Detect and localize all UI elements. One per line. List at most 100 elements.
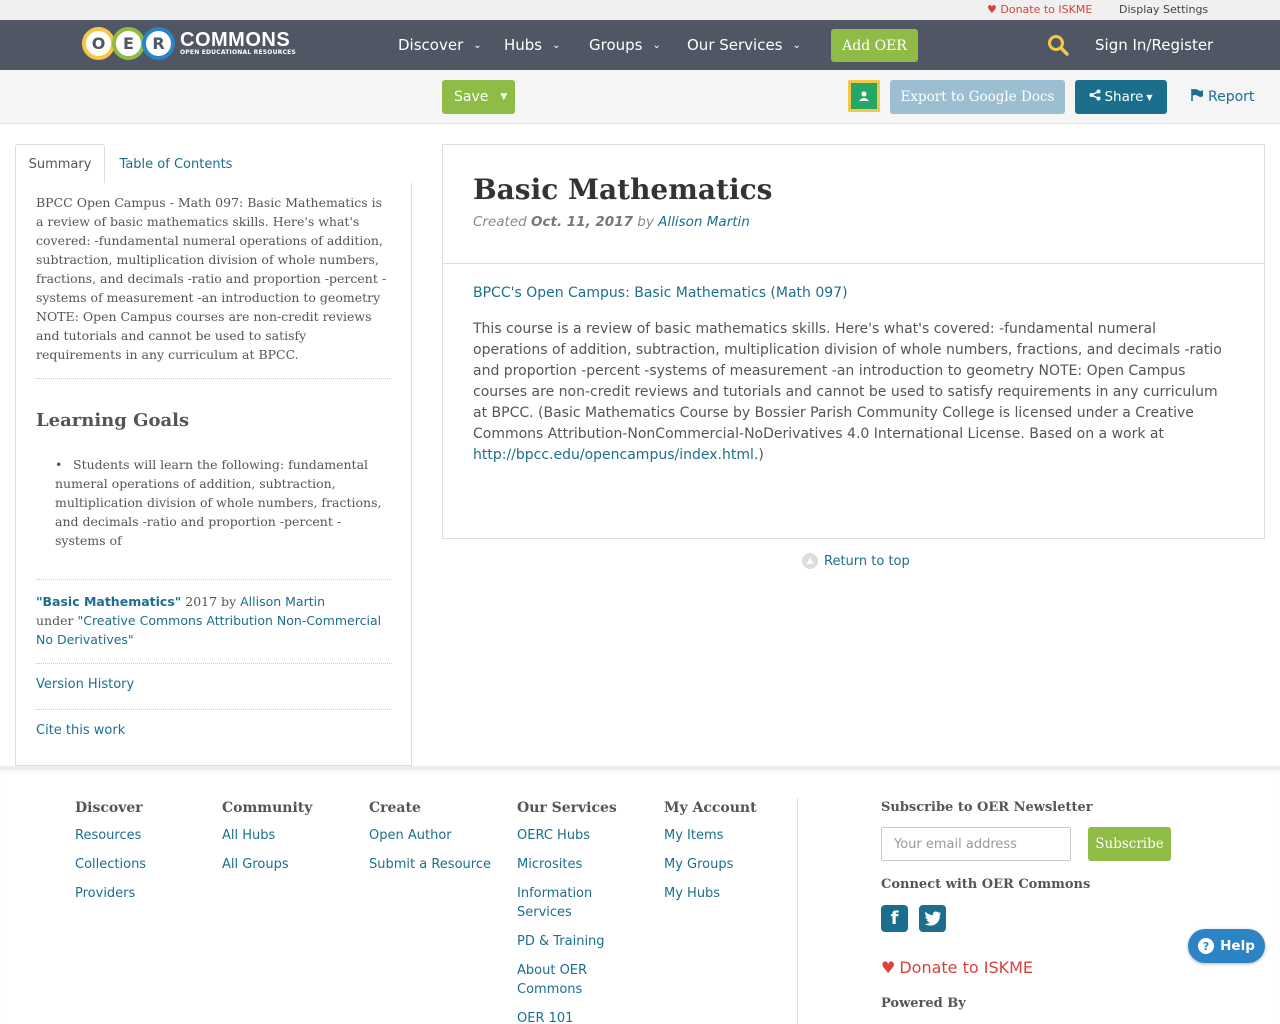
footer-link[interactable]: PD & Training [517,932,622,951]
resource-description: This course is a review of basic mathema… [473,319,1233,466]
add-oer-button[interactable]: Add OER [831,29,918,62]
divider [36,579,392,580]
sidebar-tabs: Summary Table of Contents [15,144,412,185]
learning-goals-heading: Learning Goals [36,410,190,431]
footer-link[interactable]: Microsites [517,855,622,874]
bullet-icon: • [55,457,63,472]
footer-col-create: Create Open Author Submit a Resource [369,800,499,884]
logo-letter-r: R [142,26,175,60]
logo-letter-e: E [112,26,145,60]
attribution-year: 2017 by [185,594,237,609]
description-end: .) [753,447,764,463]
resource-card: Basic Mathematics Created Oct. 11, 2017 … [442,144,1265,539]
footer-heading: Create [369,800,421,816]
tab-summary[interactable]: Summary [15,144,105,185]
help-button[interactable]: ? Help [1188,929,1265,963]
footer-link[interactable]: My Groups [664,855,794,874]
facebook-icon[interactable]: f [881,905,908,932]
oer-commons-logo[interactable]: O E R COMMONS OPEN EDUCATIONAL RESOURCES [82,25,296,61]
footer-link[interactable]: My Hubs [664,884,794,903]
created-by: by [637,214,654,230]
flag-icon [1190,88,1208,106]
logo-tagline: OPEN EDUCATIONAL RESOURCES [180,49,296,56]
subscribe-button[interactable]: Subscribe [1088,827,1171,861]
report-link[interactable]: Report [1190,88,1254,106]
footer-link[interactable]: Resources [75,826,205,845]
nav-discover[interactable]: Discover ⌄ [398,36,482,54]
footer-link[interactable]: Information Services [517,884,622,922]
description-url-link[interactable]: http://bpcc.edu/opencampus/index.html [473,447,754,463]
author-link[interactable]: Allison Martin [658,214,750,230]
footer-link[interactable]: Collections [75,855,205,874]
share-label: Share [1104,89,1144,105]
created-label: Created [473,214,527,230]
help-label: Help [1220,938,1255,954]
chevron-up-icon: ▲ [802,553,818,569]
footer-col-our-services: Our Services OERC Hubs Microsites Inform… [517,800,622,1024]
version-history-link[interactable]: Version History [36,677,134,692]
footer-heading: My Account [664,800,757,816]
nav-discover-label: Discover [398,36,464,54]
created-line: Created Oct. 11, 2017 by Allison Martin [473,214,750,230]
learning-goals-list: • Students will learn the following: fun… [55,455,390,550]
cite-this-work-link[interactable]: Cite this work [36,723,125,738]
twitter-icon[interactable] [919,905,946,932]
newsletter-heading: Subscribe to OER Newsletter [881,800,1093,815]
utility-bar: ♥ Donate to ISKME Display Settings [0,0,1280,20]
search-icon[interactable] [1047,34,1069,56]
nav-hubs[interactable]: Hubs ⌄ [504,36,561,54]
resource-link-title[interactable]: BPCC's Open Campus: Basic Mathematics (M… [473,285,848,301]
tab-table-of-contents[interactable]: Table of Contents [110,144,242,184]
report-label: Report [1208,89,1255,105]
footer-link[interactable]: All Groups [222,855,352,874]
google-classroom-board [851,83,877,109]
footer-link[interactable]: About OER Commons [517,961,622,999]
google-classroom-icon[interactable] [848,80,880,112]
divider [36,709,392,710]
chevron-down-icon: ⌄ [792,39,801,51]
chevron-down-icon: ⌄ [473,39,482,51]
nav-our-services[interactable]: Our Services ⌄ [687,36,801,54]
footer-link[interactable]: Providers [75,884,205,903]
attribution-title-link[interactable]: "Basic Mathematics" [36,594,181,609]
resource-header: Basic Mathematics Created Oct. 11, 2017 … [443,145,1264,264]
summary-text: BPCC Open Campus - Math 097: Basic Mathe… [36,195,387,362]
footer-link[interactable]: Open Author [369,826,499,845]
export-google-docs-button[interactable]: Export to Google Docs [890,80,1065,114]
save-label: Save [454,89,489,105]
license-link[interactable]: "Creative Commons Attribution Non-Commer… [36,613,381,647]
footer-col-my-account: My Account My Items My Groups My Hubs [664,800,794,913]
attribution-under: under [36,613,74,628]
chevron-down-icon: ⌄ [652,39,661,51]
created-date: Oct. 11, 2017 [531,214,633,230]
share-icon [1089,89,1104,105]
connect-heading: Connect with OER Commons [881,877,1091,892]
logo-letter-o: O [82,26,115,60]
share-button[interactable]: Share ▼ [1075,80,1167,114]
email-input[interactable]: Your email address [881,827,1071,861]
display-settings-link[interactable]: Display Settings [1119,3,1208,16]
sidebar-body: BPCC Open Campus - Math 097: Basic Mathe… [15,183,412,766]
footer-heading: Our Services [517,800,617,816]
attribution-author-link[interactable]: Allison Martin [240,594,325,609]
site-footer: Discover Resources Collections Providers… [0,766,1280,1024]
caret-down-icon: ▼ [500,92,508,102]
heart-icon: ♥ [987,3,997,16]
return-to-top-link[interactable]: ▲ Return to top [802,553,910,569]
save-button[interactable]: Save ▼ [442,80,515,114]
footer-link[interactable]: My Items [664,826,794,845]
nav-hubs-label: Hubs [504,36,543,54]
nav-our-services-label: Our Services [687,36,783,54]
learning-goal-text: Students will learn the following: funda… [55,457,382,548]
footer-link[interactable]: All Hubs [222,826,352,845]
description-text: This course is a review of basic mathema… [473,321,1222,442]
utility-donate-link[interactable]: ♥ Donate to ISKME [987,3,1092,16]
sign-in-register-link[interactable]: Sign In/Register [1095,36,1213,54]
powered-by: Powered By [881,996,966,1011]
footer-link[interactable]: OERC Hubs [517,826,622,845]
footer-heading: Discover [75,800,143,816]
nav-groups[interactable]: Groups ⌄ [589,36,661,54]
footer-link[interactable]: Submit a Resource [369,855,499,874]
footer-donate-link[interactable]: ♥ Donate to ISKME [881,958,1033,977]
footer-link[interactable]: OER 101 [517,1009,622,1024]
